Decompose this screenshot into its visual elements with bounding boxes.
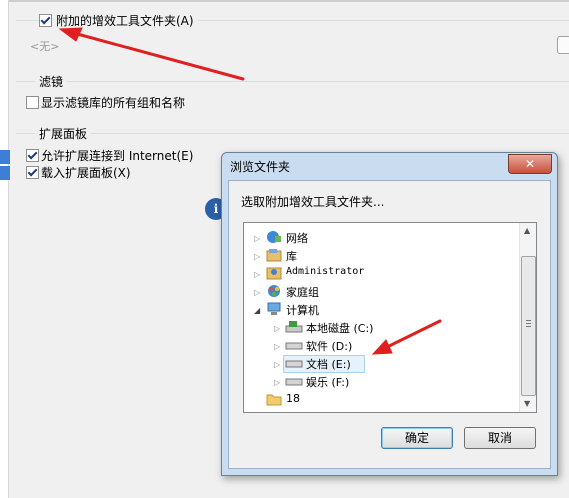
- annotation-arrow-line: [381, 319, 442, 351]
- annotation-arrowhead: [58, 27, 83, 42]
- annotation-arrowhead: [371, 339, 393, 355]
- annotation-arrow-line: [68, 30, 245, 81]
- annotation-arrows: [58, 27, 442, 355]
